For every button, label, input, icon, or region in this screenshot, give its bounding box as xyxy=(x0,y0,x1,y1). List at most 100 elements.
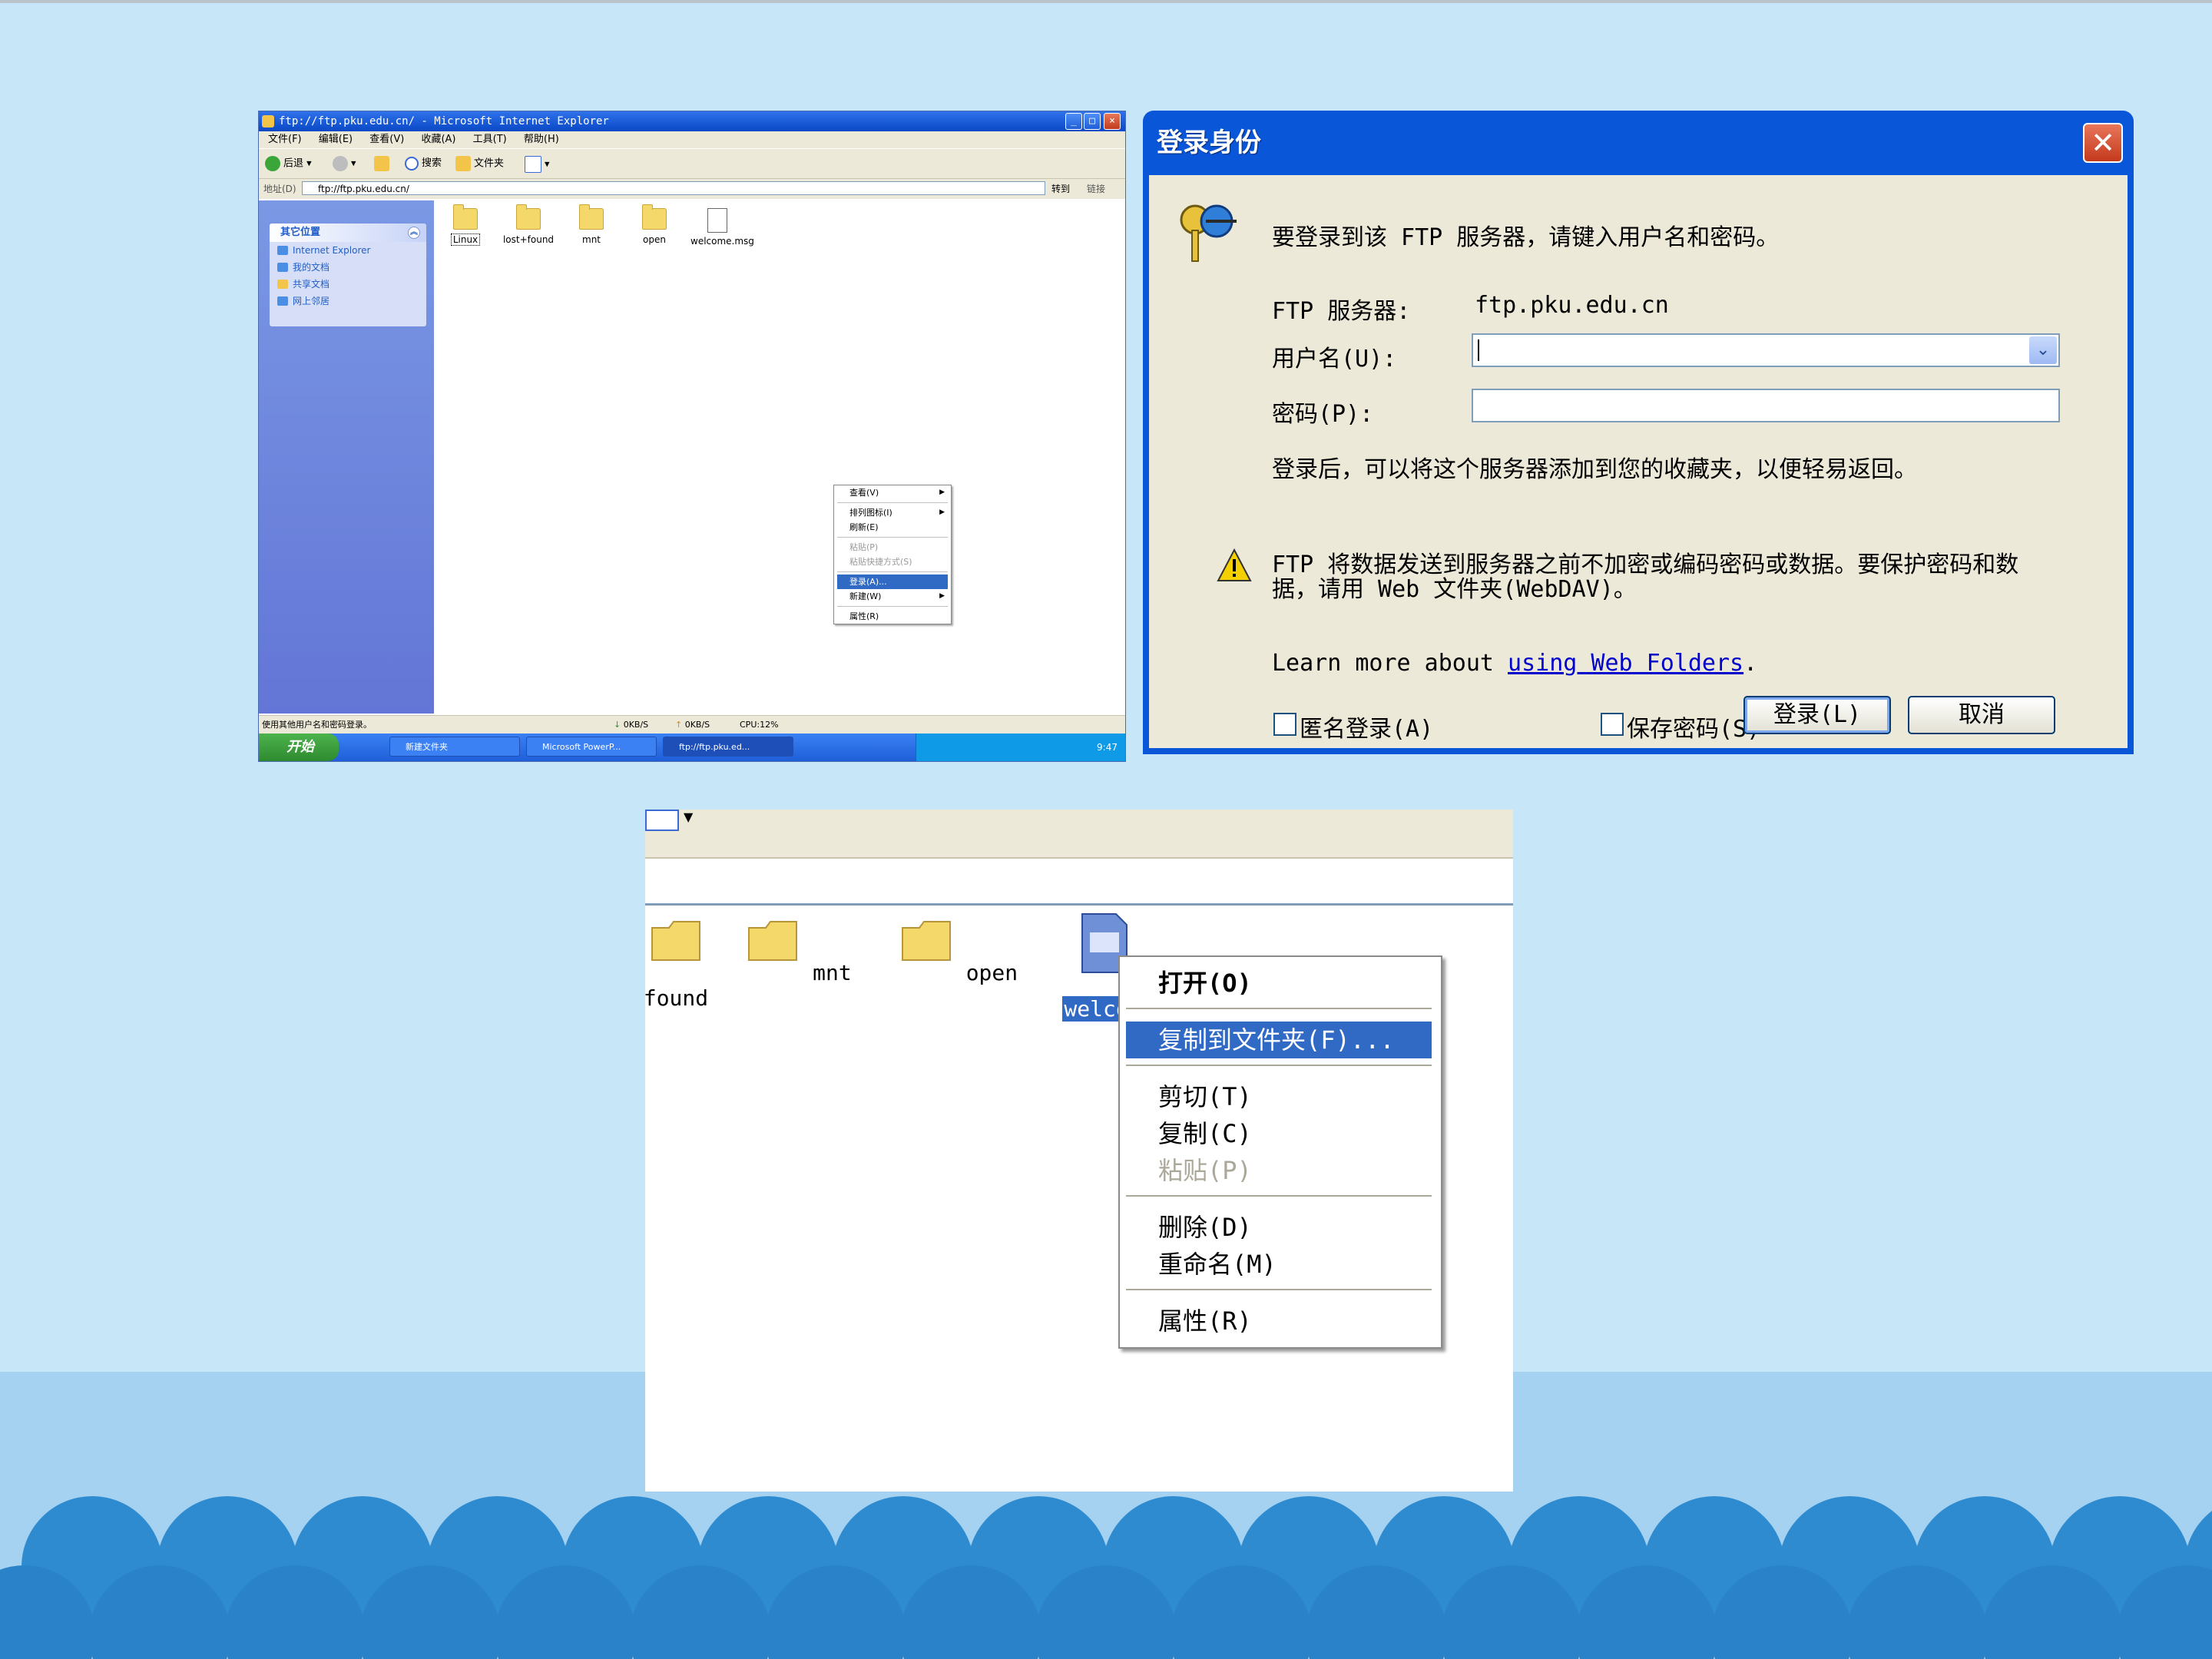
menu-item-login[interactable]: 登录(A)... xyxy=(837,575,948,589)
menu-item-cut[interactable]: 剪切(T) xyxy=(1126,1078,1432,1115)
info-text: 登录后，可以将这个服务器添加到您的收藏夹，以便轻易返回。 xyxy=(1272,456,1917,483)
menu-item-view[interactable]: 查看(V) ▶ xyxy=(834,485,951,500)
file-item[interactable]: lost+found xyxy=(502,204,555,245)
sidebar-item-shared-documents[interactable]: 共享文档 xyxy=(270,276,426,293)
menu-separator xyxy=(837,537,948,538)
server-label: FTP 服务器: xyxy=(1272,298,1411,325)
menu-item-paste: 粘贴(P) xyxy=(1158,1156,1252,1185)
views-dropdown-icon[interactable]: ▼ xyxy=(684,810,693,824)
download-arrow-icon: ↓ xyxy=(614,720,621,730)
address-label: 地址(D) xyxy=(263,184,296,194)
scallop-decoration xyxy=(0,1496,2212,1659)
file-item[interactable]: found xyxy=(645,917,737,1011)
menu-item-copy-to-folder[interactable]: 复制到文件夹(F)... xyxy=(1126,1022,1432,1058)
dialog-close-button[interactable]: ✕ xyxy=(2083,123,2123,163)
menu-item-properties[interactable]: 属性(R) xyxy=(1126,1303,1432,1339)
search-button[interactable]: 搜索 xyxy=(405,156,442,171)
file-item[interactable]: open xyxy=(897,917,1020,985)
ie-titlebar: ftp://ftp.pku.edu.cn/ - Microsoft Intern… xyxy=(259,111,1125,131)
ie-icon xyxy=(277,246,288,255)
menu-view[interactable]: 查看(V) xyxy=(369,134,404,145)
address-input[interactable]: ftp://ftp.pku.edu.cn/ xyxy=(302,181,1045,195)
save-password-checkbox[interactable] xyxy=(1601,713,1624,736)
menu-item-new[interactable]: 新建(W) ▶ xyxy=(834,589,951,604)
folder-icon xyxy=(516,204,541,230)
chevron-down-icon[interactable]: ⌄ xyxy=(2029,336,2057,364)
ie-window-title: ftp://ftp.pku.edu.cn/ - Microsoft Intern… xyxy=(279,115,609,127)
minimize-button[interactable]: _ xyxy=(1065,113,1082,130)
start-button[interactable]: 开始 xyxy=(259,733,339,761)
links-button[interactable]: 链接 xyxy=(1087,179,1105,199)
folder-icon xyxy=(579,204,604,230)
status-bar: 使用其他用户名和密码登录。 ↓ 0KB/S ↑ 0KB/S CPU:12% xyxy=(259,715,1125,734)
menu-item-rename[interactable]: 重命名(M) xyxy=(1126,1246,1432,1283)
zoomed-address-area xyxy=(645,859,1513,906)
file-context-menu: 打开(O) 复制到文件夹(F)... 剪切(T) 复制(C) 粘贴(P) 删除(… xyxy=(1118,955,1442,1349)
menu-tools[interactable]: 工具(T) xyxy=(473,134,507,145)
taskbar-item-new-folder[interactable]: 新建文件夹 xyxy=(389,737,520,757)
menu-item-refresh[interactable]: 刷新(E) xyxy=(834,520,951,535)
menu-item-arrange-icons[interactable]: 排列图标(I) ▶ xyxy=(834,505,951,520)
upload-speed: ↑ 0KB/S xyxy=(675,720,710,730)
file-item[interactable]: mnt xyxy=(737,917,860,985)
folder-icon xyxy=(651,921,700,961)
task-sidebar: 其它位置 ︽ Internet Explorer 我的文档 共享文档 网上邻居 xyxy=(259,200,434,714)
file-item[interactable]: mnt xyxy=(565,204,618,245)
shared-folder-icon xyxy=(277,280,288,289)
password-field[interactable] xyxy=(1472,389,2060,422)
learn-more-text: Learn more about using Web Folders. xyxy=(1272,650,1758,677)
go-button[interactable]: 转到 xyxy=(1051,179,1070,199)
sidebar-item-my-documents[interactable]: 我的文档 xyxy=(270,259,426,276)
folder-icon xyxy=(642,204,667,230)
file-item[interactable]: open xyxy=(628,204,681,245)
sidebar-item-network[interactable]: 网上邻居 xyxy=(270,293,426,310)
username-field[interactable]: ⌄ xyxy=(1472,333,2060,367)
file-item[interactable]: welcome.msg xyxy=(690,208,754,247)
menu-help[interactable]: 帮助(H) xyxy=(524,134,559,145)
sidebar-item-ie[interactable]: Internet Explorer xyxy=(270,242,426,259)
web-folders-link[interactable]: using Web Folders xyxy=(1508,650,1743,677)
other-places-header[interactable]: 其它位置 ︽ xyxy=(270,224,426,242)
ftp-file-area: Linux lost+found mnt open welcome.msg 查看… xyxy=(434,200,1125,714)
menu-item-paste-shortcut: 粘贴快捷方式(S) xyxy=(849,557,912,567)
folders-icon xyxy=(455,156,471,171)
folders-button[interactable]: 文件夹 xyxy=(455,156,504,171)
save-password-label: 保存密码(S) xyxy=(1627,716,1761,743)
maximize-button[interactable]: □ xyxy=(1084,113,1101,130)
slide-top-border xyxy=(0,0,2212,3)
menu-item-copy[interactable]: 复制(C) xyxy=(1126,1115,1432,1152)
keys-icon xyxy=(1180,204,1237,262)
login-button[interactable]: 登录(L) xyxy=(1743,696,1891,734)
warning-icon xyxy=(1217,548,1252,581)
login-prompt: 要登录到该 FTP 服务器，请键入用户名和密码。 xyxy=(1272,224,1780,251)
collapse-chevron-icon[interactable]: ︽ xyxy=(408,227,420,239)
zoomed-toolbar: ▼ xyxy=(645,810,1513,859)
menu-separator xyxy=(837,502,948,503)
views-button[interactable]: ▾ xyxy=(525,156,550,173)
menu-file[interactable]: 文件(F) xyxy=(268,134,302,145)
ie-window-screenshot: ftp://ftp.pku.edu.cn/ - Microsoft Intern… xyxy=(258,111,1126,762)
taskbar-item-ftp[interactable]: ftp://ftp.pku.ed... xyxy=(663,737,793,757)
up-folder-button[interactable] xyxy=(374,156,392,171)
menu-item-open[interactable]: 打开(O) xyxy=(1126,965,1432,1002)
views-icon xyxy=(525,156,541,173)
anonymous-login-checkbox[interactable] xyxy=(1273,713,1296,736)
views-icon[interactable] xyxy=(645,810,679,831)
menu-item-properties[interactable]: 属性(R) xyxy=(834,609,951,624)
search-icon xyxy=(405,156,419,171)
zoomed-explorer-screenshot: ▼ found mnt open welcom 打开(O) 复制到文件夹(F).… xyxy=(645,810,1513,1492)
text-caret xyxy=(1478,339,1479,361)
menu-item-delete[interactable]: 删除(D) xyxy=(1126,1209,1432,1246)
file-item[interactable]: Linux xyxy=(439,204,492,246)
menu-edit[interactable]: 编辑(E) xyxy=(319,134,353,145)
taskbar-item-powerpoint[interactable]: Microsoft PowerP... xyxy=(526,737,657,757)
back-button[interactable]: 后退 ▾ xyxy=(265,156,312,171)
cancel-button[interactable]: 取消 xyxy=(1908,696,2055,734)
menu-favorites[interactable]: 收藏(A) xyxy=(421,134,455,145)
documents-icon xyxy=(277,263,288,272)
forward-button[interactable]: ▾ xyxy=(333,156,356,171)
network-icon xyxy=(277,296,288,306)
back-arrow-icon xyxy=(265,156,280,171)
close-button[interactable]: × xyxy=(1104,113,1121,130)
menu-separator xyxy=(1126,1289,1432,1290)
